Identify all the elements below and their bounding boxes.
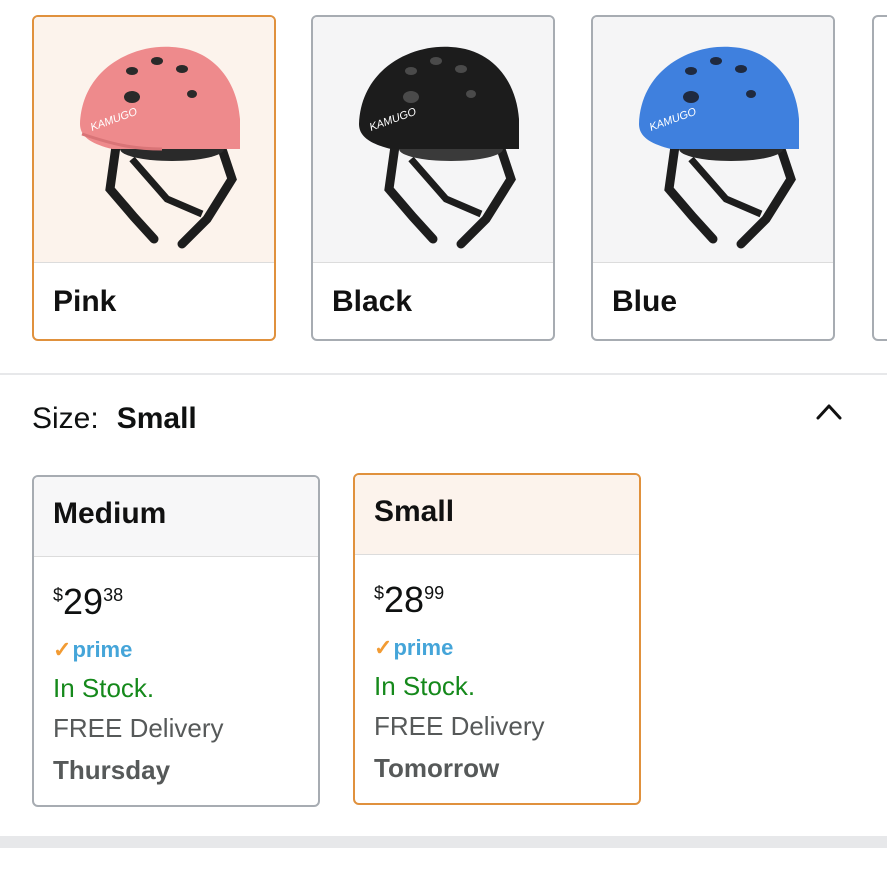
price: $2899 bbox=[374, 579, 445, 620]
delivery-text: FREE Delivery bbox=[53, 713, 224, 743]
size-option-medium[interactable]: Medium $2938 ✓prime In Stock. FREE Deliv… bbox=[32, 475, 320, 807]
size-option-name: Medium bbox=[34, 477, 318, 557]
color-option-blue[interactable]: KAMUGO Blue bbox=[591, 15, 835, 341]
color-label: Black bbox=[332, 285, 413, 318]
price: $2938 bbox=[53, 581, 124, 622]
color-label: Pink bbox=[53, 285, 117, 318]
stock-status: In Stock. bbox=[53, 673, 155, 703]
delivery-text: FREE Delivery bbox=[374, 711, 545, 741]
chevron-up-icon[interactable] bbox=[815, 400, 843, 422]
section-divider bbox=[0, 373, 887, 375]
product-image-blue: KAMUGO bbox=[593, 17, 833, 262]
prime-badge: ✓prime bbox=[53, 637, 133, 662]
prime-check-icon: ✓ bbox=[53, 637, 72, 662]
bottom-divider bbox=[0, 836, 887, 848]
delivery-day: Thursday bbox=[53, 755, 171, 785]
size-option-small[interactable]: Small $2899 ✓prime In Stock. FREE Delive… bbox=[353, 473, 641, 805]
product-image-black: KAMUGO bbox=[313, 17, 553, 262]
color-label: Blue bbox=[612, 285, 678, 318]
size-selector-header[interactable]: Size: Small bbox=[32, 402, 197, 436]
stock-status: In Stock. bbox=[374, 671, 476, 701]
delivery-day: Tomorrow bbox=[374, 753, 500, 783]
size-option-name: Small bbox=[355, 475, 639, 555]
color-option-black[interactable]: KAMUGO Black bbox=[311, 15, 555, 341]
color-option-partial[interactable] bbox=[872, 15, 887, 341]
prime-badge: ✓prime bbox=[374, 635, 454, 660]
prime-check-icon: ✓ bbox=[374, 635, 393, 660]
size-selected-value: Small bbox=[116, 402, 197, 435]
product-image-pink: KAMUGO bbox=[34, 17, 274, 262]
color-option-pink[interactable]: KAMUGO Pink bbox=[32, 15, 276, 341]
size-label: Size: bbox=[32, 402, 99, 435]
